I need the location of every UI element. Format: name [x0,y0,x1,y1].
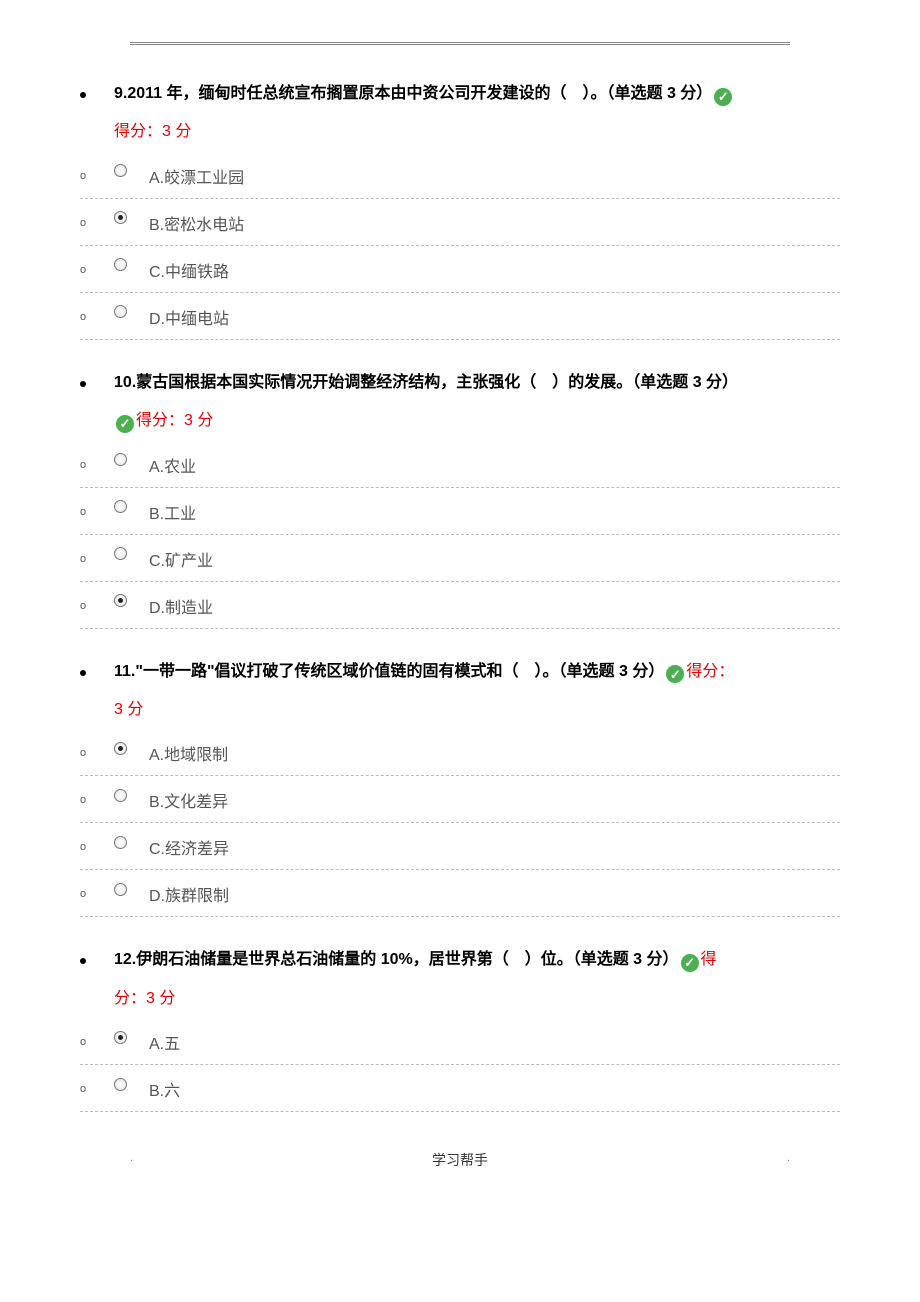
question-text-wrap: 11."一带一路"倡议打破了传统区域价值链的固有模式和（ ）。（单选题 3 分）… [114,653,840,730]
score-text: 得 [701,951,717,968]
option-bullet: o [80,170,86,182]
option-text: A.地域限制 [149,741,228,765]
radio-input[interactable] [114,789,127,802]
score-text: 3 分 [114,701,143,718]
option-bullet: o [80,506,86,518]
option-bullet: o [80,841,86,853]
bullet-icon [80,958,86,964]
page-footer: . . 学习帮手 [40,1152,880,1170]
radio-input[interactable] [114,164,127,177]
option-row[interactable]: o C.经济差异 [80,823,840,870]
question-stem: 12.伊朗石油储量是世界总石油储量的 10%，居世界第（ ）位。（单选题 3 分… [114,951,679,968]
question-stem: 10.蒙古国根据本国实际情况开始调整经济结构，主张强化（ ）的发展。（单选题 3… [114,374,738,391]
option-bullet: o [80,888,86,900]
option-text: A.五 [149,1030,180,1054]
question-row: 10.蒙古国根据本国实际情况开始调整经济结构，主张强化（ ）的发展。（单选题 3… [80,364,840,441]
radio-input[interactable] [114,836,127,849]
option-row[interactable]: o C.矿产业 [80,535,840,582]
score-text: 得分：3 分 [136,412,213,429]
option-bullet: o [80,1036,86,1048]
question-row: 11."一带一路"倡议打破了传统区域价值链的固有模式和（ ）。（单选题 3 分）… [80,653,840,730]
option-text: A.农业 [149,453,196,477]
radio-input[interactable] [114,547,127,560]
radio-input[interactable] [114,500,127,513]
question-row: 9.2011 年，缅甸时任总统宣布搁置原本由中资公司开发建设的（ ）。（单选题 … [80,75,840,152]
option-row[interactable]: o D.制造业 [80,582,840,629]
option-text: D.族群限制 [149,882,229,906]
header-rule [130,42,790,45]
option-text: D.中缅电站 [149,305,229,329]
question-text-wrap: 12.伊朗石油储量是世界总石油储量的 10%，居世界第（ ）位。（单选题 3 分… [114,941,840,1018]
radio-input[interactable] [114,594,127,607]
option-row[interactable]: o A.皎漂工业园 [80,152,840,199]
option-bullet: o [80,747,86,759]
question-block: 11."一带一路"倡议打破了传统区域价值链的固有模式和（ ）。（单选题 3 分）… [80,653,840,730]
question-stem: 11."一带一路"倡议打破了传统区域价值链的固有模式和（ ）。（单选题 3 分） [114,663,664,680]
question-stem: 9.2011 年，缅甸时任总统宣布搁置原本由中资公司开发建设的（ ）。（单选题 … [114,85,712,102]
option-text: C.中缅铁路 [149,258,229,282]
score-text: 得分：3 分 [114,123,191,140]
footer-left-mark: . [130,1152,133,1164]
check-icon [116,415,134,433]
option-row[interactable]: o B.六 [80,1065,840,1112]
option-row[interactable]: o B.文化差异 [80,776,840,823]
question-block: 9.2011 年，缅甸时任总统宣布搁置原本由中资公司开发建设的（ ）。（单选题 … [80,75,840,152]
option-row[interactable]: o B.密松水电站 [80,199,840,246]
option-bullet: o [80,217,86,229]
option-text: A.皎漂工业园 [149,164,244,188]
question-text-wrap: 10.蒙古国根据本国实际情况开始调整经济结构，主张强化（ ）的发展。（单选题 3… [114,364,840,441]
radio-input[interactable] [114,258,127,271]
option-row[interactable]: o D.族群限制 [80,870,840,917]
option-row[interactable]: o A.地域限制 [80,729,840,776]
option-text: D.制造业 [149,594,213,618]
option-row[interactable]: o D.中缅电站 [80,293,840,340]
footer-center-text: 学习帮手 [130,1150,790,1170]
bullet-icon [80,670,86,676]
option-text: C.经济差异 [149,835,229,859]
option-text: B.六 [149,1077,180,1101]
question-block: 10.蒙古国根据本国实际情况开始调整经济结构，主张强化（ ）的发展。（单选题 3… [80,364,840,441]
option-bullet: o [80,459,86,471]
option-text: B.文化差异 [149,788,228,812]
radio-input[interactable] [114,1078,127,1091]
question-block: 12.伊朗石油储量是世界总石油储量的 10%，居世界第（ ）位。（单选题 3 分… [80,941,840,1018]
option-bullet: o [80,600,86,612]
check-icon [666,665,684,683]
bullet-icon [80,92,86,98]
score-text: 分：3 分 [114,990,175,1007]
score-text: 得分： [686,663,734,680]
bullet-icon [80,381,86,387]
option-bullet: o [80,1083,86,1095]
radio-input[interactable] [114,1031,127,1044]
radio-input[interactable] [114,883,127,896]
question-text-wrap: 9.2011 年，缅甸时任总统宣布搁置原本由中资公司开发建设的（ ）。（单选题 … [114,75,840,152]
radio-input[interactable] [114,305,127,318]
radio-input[interactable] [114,742,127,755]
question-row: 12.伊朗石油储量是世界总石油储量的 10%，居世界第（ ）位。（单选题 3 分… [80,941,840,1018]
questions-container: 9.2011 年，缅甸时任总统宣布搁置原本由中资公司开发建设的（ ）。（单选题 … [40,75,880,1112]
option-row[interactable]: o A.五 [80,1018,840,1065]
option-row[interactable]: o A.农业 [80,441,840,488]
option-row[interactable]: o C.中缅铁路 [80,246,840,293]
option-text: C.矿产业 [149,547,213,571]
radio-input[interactable] [114,453,127,466]
option-bullet: o [80,794,86,806]
option-bullet: o [80,553,86,565]
check-icon [681,954,699,972]
footer-right-mark: . [787,1152,790,1164]
option-text: B.密松水电站 [149,211,244,235]
option-text: B.工业 [149,500,196,524]
check-icon [714,88,732,106]
option-row[interactable]: o B.工业 [80,488,840,535]
option-bullet: o [80,264,86,276]
option-bullet: o [80,311,86,323]
radio-input[interactable] [114,211,127,224]
